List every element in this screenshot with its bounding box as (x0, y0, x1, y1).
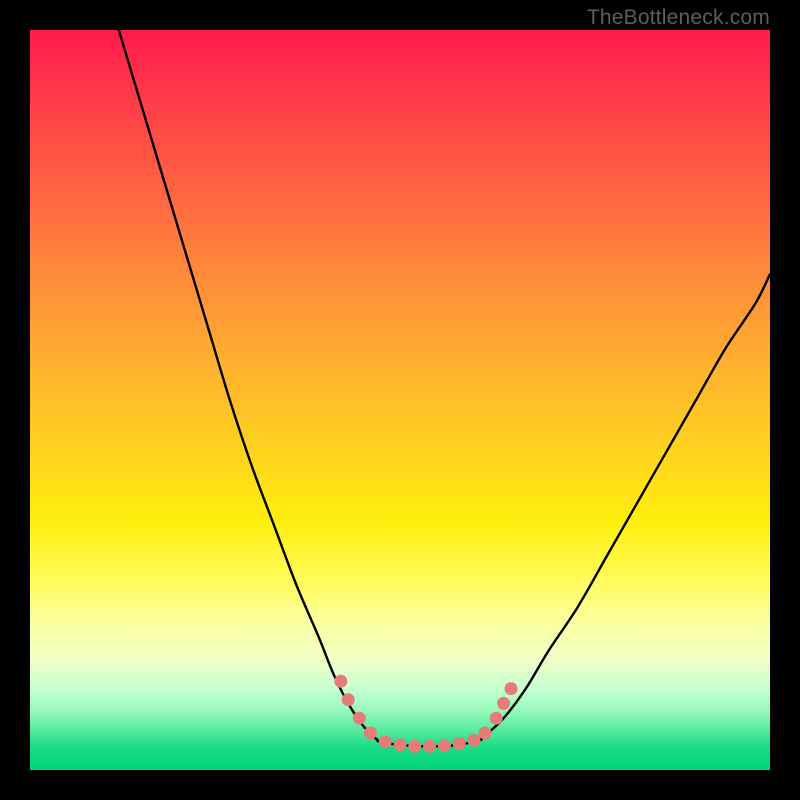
marker-dot (364, 727, 377, 740)
plot-area (30, 30, 770, 770)
marker-dot (468, 734, 481, 747)
marker-dot (334, 675, 347, 688)
marker-dot (497, 697, 510, 710)
marker-dot (479, 727, 492, 740)
bottleneck-curve (119, 30, 770, 746)
marker-dot (453, 737, 466, 750)
chart-frame: TheBottleneck.com (0, 0, 800, 800)
marker-dot (394, 738, 407, 751)
marker-dot (490, 712, 503, 725)
marker-dot (423, 740, 436, 753)
marker-dot (438, 739, 451, 752)
marker-dot (342, 693, 355, 706)
marker-dot (505, 682, 518, 695)
marker-dot (379, 735, 392, 748)
curve-markers (334, 675, 517, 753)
marker-dot (408, 740, 421, 753)
watermark-text: TheBottleneck.com (587, 6, 770, 30)
marker-dot (353, 712, 366, 725)
curve-path (119, 30, 770, 746)
chart-overlay (30, 30, 770, 770)
